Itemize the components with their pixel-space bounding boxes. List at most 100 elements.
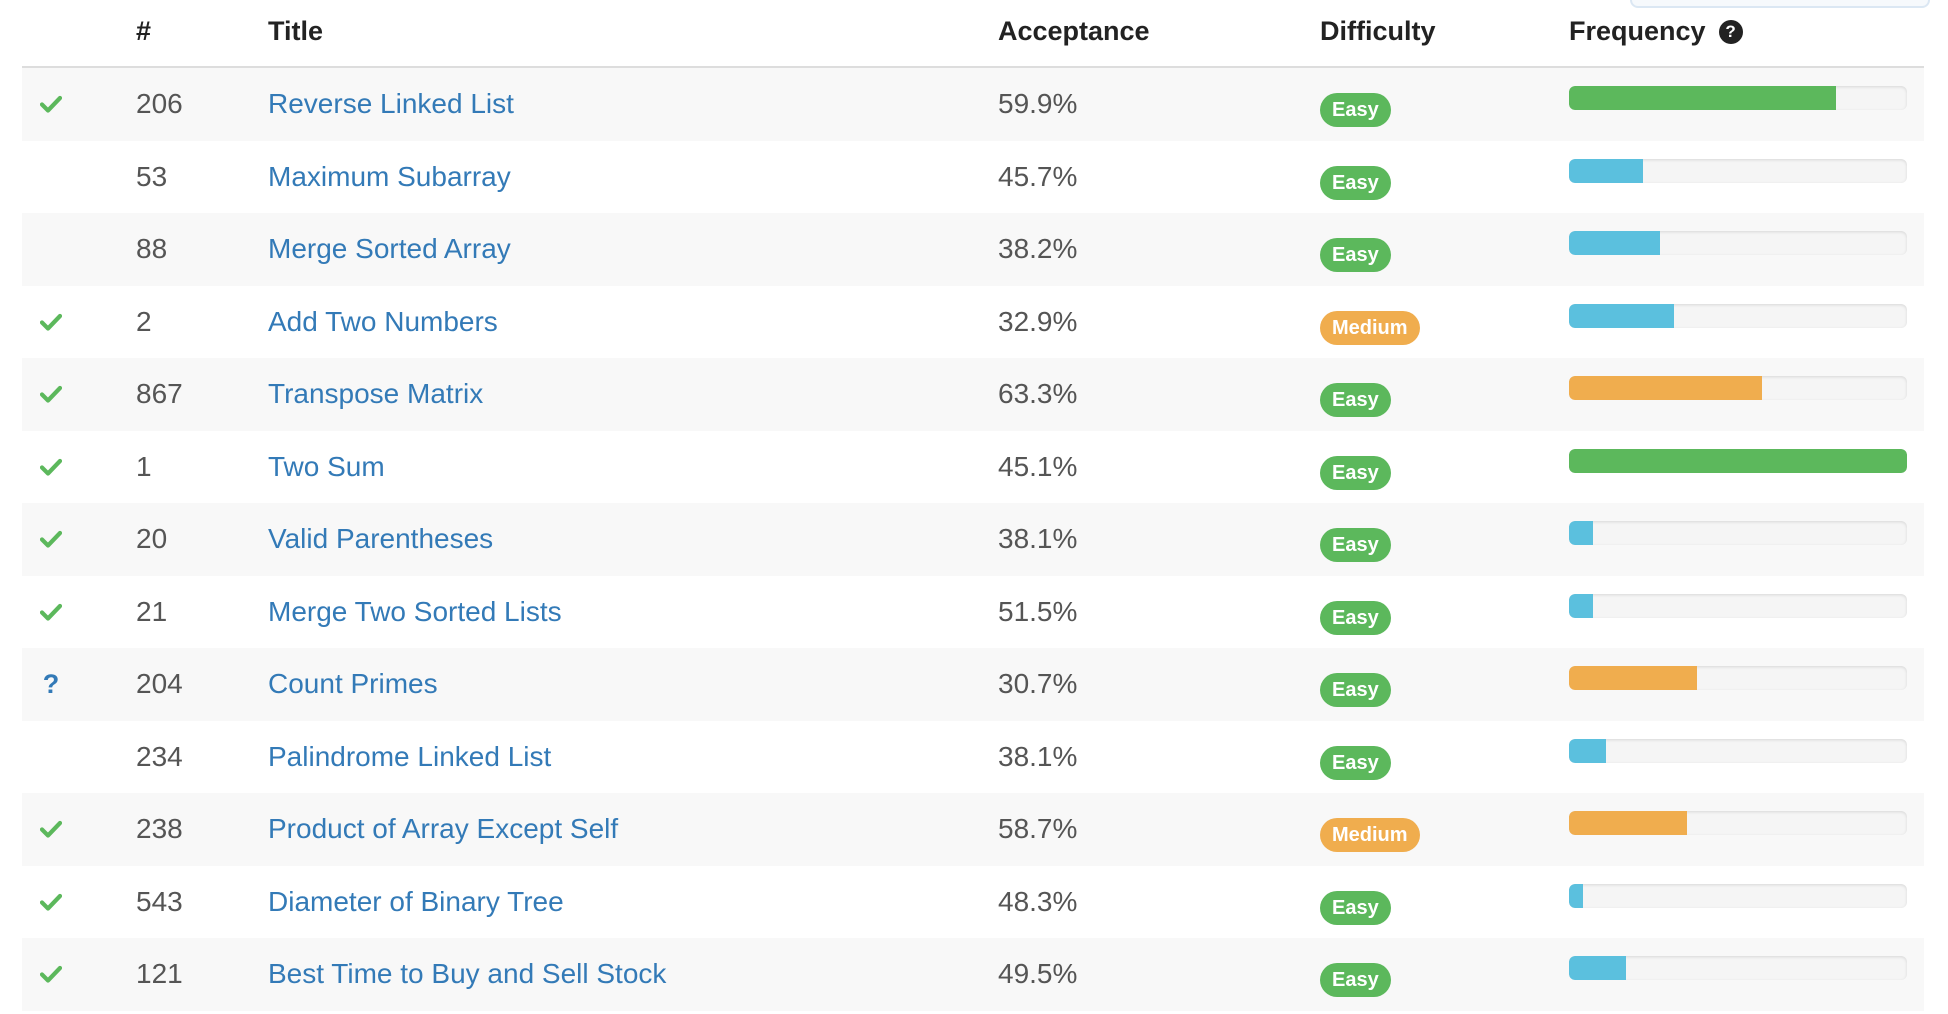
problem-title-link[interactable]: Merge Two Sorted Lists: [268, 576, 562, 649]
frequency-bar: [1569, 666, 1907, 691]
table-row: 21 Merge Two Sorted Lists 51.5% Easy: [22, 575, 1924, 649]
frequency-cell: [1569, 358, 1907, 431]
frequency-cell: [1569, 213, 1907, 286]
table-row: ? 204 Count Primes 30.7% Easy: [22, 648, 1924, 721]
solved-check-icon: [36, 286, 66, 359]
frequency-bar-fill: [1569, 231, 1661, 256]
frequency-bar: [1569, 738, 1907, 763]
table-row: 1 Two Sum 45.1% Easy: [22, 430, 1924, 504]
frequency-cell: [1569, 68, 1907, 141]
difficulty-cell: Easy: [1320, 509, 1391, 582]
difficulty-cell: Easy: [1320, 944, 1391, 1014]
difficulty-badge: Easy: [1320, 963, 1391, 998]
difficulty-badge: Easy: [1320, 383, 1391, 418]
acceptance-rate: 58.7%: [998, 813, 1078, 845]
frequency-bar-fill: [1569, 956, 1627, 981]
acceptance-rate: 38.1%: [998, 523, 1078, 555]
frequency-bar: [1569, 521, 1907, 546]
difficulty-cell: Easy: [1320, 437, 1391, 510]
frequency-bar-fill: [1569, 593, 1593, 618]
problem-number: 21: [136, 595, 168, 627]
difficulty-badge: Easy: [1320, 93, 1391, 128]
solved-check-icon: [36, 793, 66, 866]
problem-title-link[interactable]: Count Primes: [268, 648, 438, 721]
status-empty: [36, 141, 66, 214]
table-row: 234 Palindrome Linked List 38.1% Easy: [22, 720, 1924, 794]
header-difficulty[interactable]: Difficulty: [1320, 16, 1436, 47]
problem-title-link[interactable]: Diameter of Binary Tree: [268, 866, 564, 939]
difficulty-badge: Medium: [1320, 818, 1420, 853]
header-title[interactable]: Title: [268, 16, 323, 47]
problem-list-page: # Title Acceptance Difficulty Frequency …: [0, 0, 1948, 1014]
acceptance-rate: 32.9%: [998, 305, 1078, 337]
difficulty-badge: Easy: [1320, 528, 1391, 563]
solved-check-icon: [36, 68, 66, 141]
acceptance-rate: 48.3%: [998, 885, 1078, 917]
frequency-cell: [1569, 141, 1907, 214]
question-circle-icon[interactable]: ?: [1718, 19, 1743, 44]
acceptance-rate: 63.3%: [998, 378, 1078, 410]
difficulty-cell: Easy: [1320, 654, 1391, 727]
table-row: 2 Add Two Numbers 32.9% Medium: [22, 285, 1924, 359]
solved-check-icon: [36, 503, 66, 576]
difficulty-cell: Easy: [1320, 147, 1391, 220]
problem-number: 204: [136, 668, 183, 700]
frequency-bar-fill: [1569, 883, 1583, 908]
problem-number: 53: [136, 160, 168, 192]
frequency-bar-fill: [1569, 158, 1644, 183]
acceptance-rate: 59.9%: [998, 88, 1078, 120]
header-frequency[interactable]: Frequency ?: [1569, 16, 1743, 47]
difficulty-cell: Easy: [1320, 727, 1391, 800]
difficulty-cell: Easy: [1320, 74, 1391, 147]
solved-check-icon: [36, 358, 66, 431]
frequency-bar: [1569, 303, 1907, 328]
difficulty-cell: Easy: [1320, 364, 1391, 437]
table-row: 543 Diameter of Binary Tree 48.3% Easy: [22, 865, 1924, 939]
header-number[interactable]: #: [136, 16, 151, 47]
problem-title-link[interactable]: Merge Sorted Array: [268, 213, 511, 286]
frequency-bar-fill: [1569, 376, 1762, 401]
status-empty: [36, 721, 66, 794]
acceptance-rate: 38.1%: [998, 740, 1078, 772]
problem-title-link[interactable]: Add Two Numbers: [268, 286, 498, 359]
frequency-bar: [1569, 158, 1907, 183]
problem-number: 543: [136, 885, 183, 917]
difficulty-badge: Easy: [1320, 890, 1391, 925]
difficulty-cell: Easy: [1320, 872, 1391, 945]
frequency-bar-fill: [1569, 811, 1688, 836]
difficulty-badge: Easy: [1320, 600, 1391, 635]
problem-number: 234: [136, 740, 183, 772]
problem-title-link[interactable]: Best Time to Buy and Sell Stock: [268, 938, 666, 1011]
frequency-bar-fill: [1569, 448, 1907, 473]
frequency-bar: [1569, 811, 1907, 836]
difficulty-badge: Easy: [1320, 673, 1391, 708]
frequency-bar: [1569, 448, 1907, 473]
problem-title-link[interactable]: Two Sum: [268, 431, 385, 504]
problem-title-link[interactable]: Transpose Matrix: [268, 358, 483, 431]
frequency-bar-fill: [1569, 86, 1837, 111]
frequency-cell: [1569, 286, 1907, 359]
acceptance-rate: 38.2%: [998, 233, 1078, 265]
acceptance-rate: 51.5%: [998, 595, 1078, 627]
table-row: 53 Maximum Subarray 45.7% Easy: [22, 140, 1924, 214]
header-acceptance[interactable]: Acceptance: [998, 16, 1150, 47]
frequency-bar: [1569, 593, 1907, 618]
problem-number: 20: [136, 523, 168, 555]
problem-number: 206: [136, 88, 183, 120]
frequency-bar-fill: [1569, 738, 1607, 763]
table-row: 20 Valid Parentheses 38.1% Easy: [22, 503, 1924, 576]
attempted-question-icon: ?: [42, 668, 60, 699]
frequency-bar: [1569, 376, 1907, 401]
problem-title-link[interactable]: Valid Parentheses: [268, 503, 493, 576]
frequency-cell: [1569, 503, 1907, 576]
problem-title-link[interactable]: Reverse Linked List: [268, 68, 514, 141]
solved-check-icon: [36, 866, 66, 939]
difficulty-badge: Medium: [1320, 310, 1420, 345]
problem-title-link[interactable]: Product of Array Except Self: [268, 793, 618, 866]
table-row: 238 Product of Array Except Self 58.7% Medi…: [22, 793, 1924, 866]
problem-title-link[interactable]: Palindrome Linked List: [268, 721, 551, 794]
difficulty-badge: Easy: [1320, 238, 1391, 273]
difficulty-badge: Easy: [1320, 455, 1391, 490]
problem-title-link[interactable]: Maximum Subarray: [268, 141, 511, 214]
frequency-bar-fill: [1569, 303, 1674, 328]
